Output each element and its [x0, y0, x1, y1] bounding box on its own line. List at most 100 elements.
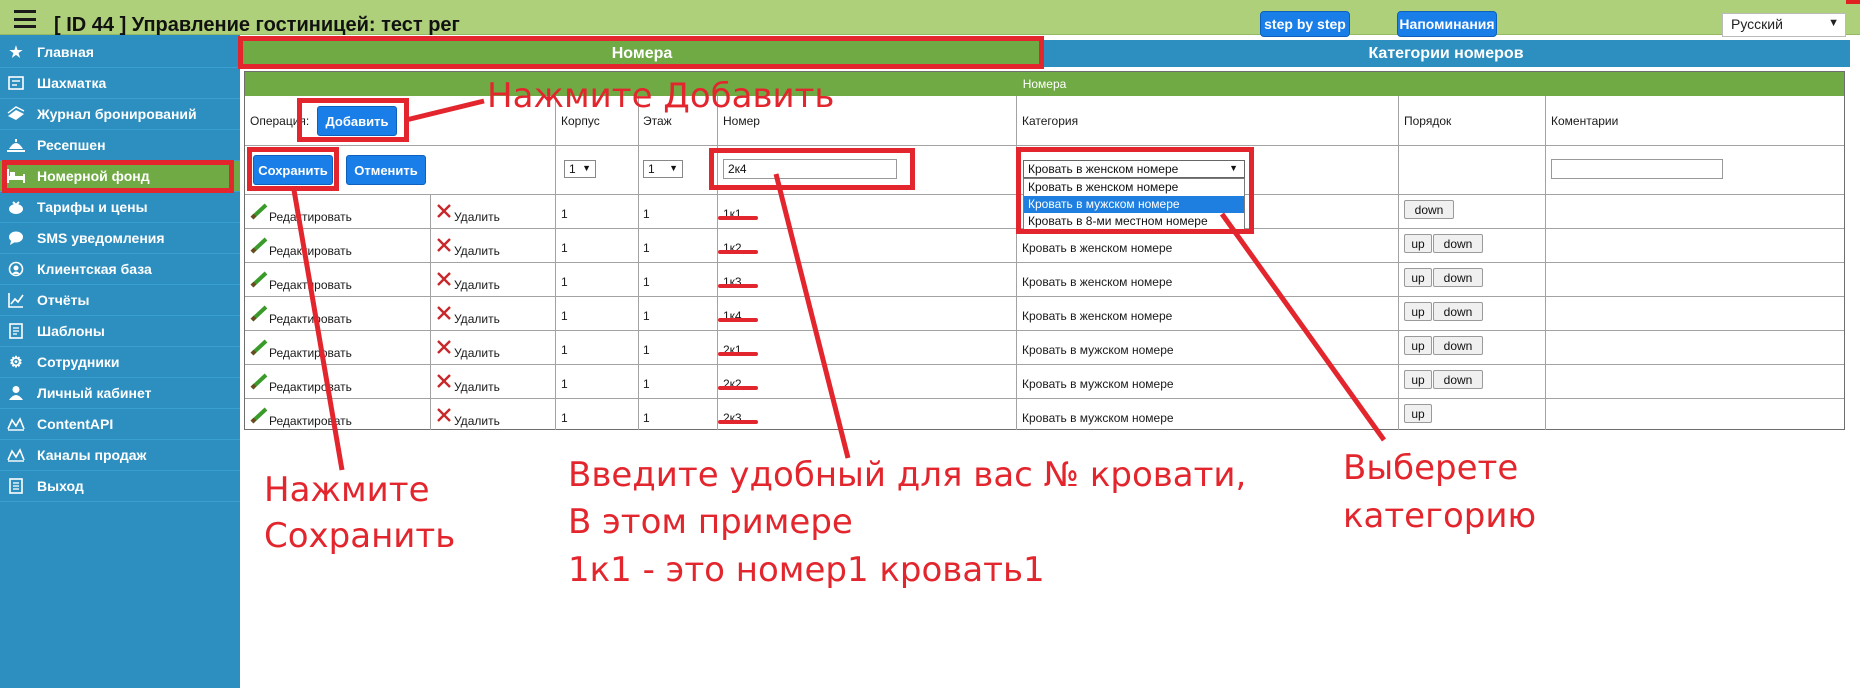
sidebar-item-bookings[interactable]: Журнал бронирований [0, 99, 240, 130]
edit-link[interactable]: Редактировать [269, 244, 352, 258]
sidebar-item-chessboard[interactable]: Шахматка [0, 68, 240, 99]
grid-icon [7, 74, 25, 92]
grid-line [245, 330, 1844, 331]
sidebar-item-reception[interactable]: Ресепшен [0, 130, 240, 161]
column-header-comments: Коментарии [1551, 114, 1619, 128]
cancel-button[interactable]: Отменить [346, 155, 426, 185]
grid-line [717, 96, 718, 430]
edit-link[interactable]: Редактировать [269, 210, 352, 224]
move-down-button[interactable]: down [1433, 234, 1483, 253]
category-cell: Кровать в женском номере [1022, 241, 1173, 255]
move-down-button[interactable]: down [1404, 200, 1454, 219]
annotation-box-room-input [709, 148, 915, 190]
floor-cell: 1 [643, 241, 650, 255]
move-up-button[interactable]: up [1404, 370, 1432, 389]
sidebar-item-sms[interactable]: SMS уведомления [0, 223, 240, 254]
floor-cell: 1 [643, 411, 650, 425]
delete-link[interactable]: Удалить [454, 380, 500, 394]
pencil-icon[interactable] [250, 372, 270, 390]
building-cell: 1 [561, 343, 568, 357]
delete-icon[interactable] [435, 338, 453, 356]
delete-icon[interactable] [435, 236, 453, 254]
delete-link[interactable]: Удалить [454, 278, 500, 292]
edit-link[interactable]: Редактировать [269, 346, 352, 360]
sidebar-item-main[interactable]: ★ Главная [0, 37, 240, 68]
move-down-button[interactable]: down [1433, 370, 1483, 389]
grid-line [245, 398, 1844, 399]
pencil-icon[interactable] [250, 338, 270, 356]
delete-link[interactable]: Удалить [454, 244, 500, 258]
reception-icon [7, 136, 25, 154]
sidebar-item-label: Шаблоны [37, 323, 105, 339]
sidebar-item-clients[interactable]: Клиентская база [0, 254, 240, 285]
grid-line [555, 96, 556, 430]
sidebar-item-label: Личный кабинет [37, 385, 152, 401]
column-header-category: Категория [1022, 114, 1079, 128]
chevron-down-icon: ▼ [582, 163, 591, 173]
sidebar-item-tariffs[interactable]: Тарифы и цены [0, 192, 240, 223]
pencil-icon[interactable] [250, 406, 270, 424]
move-down-button[interactable]: down [1433, 302, 1483, 321]
step-by-step-button[interactable]: step by step [1260, 11, 1350, 37]
floor-cell: 1 [643, 343, 650, 357]
annotation-underline [718, 386, 758, 390]
move-up-button[interactable]: up [1404, 336, 1432, 355]
pencil-icon[interactable] [250, 270, 270, 288]
annotation-box-add [297, 98, 409, 142]
column-header-order: Порядок [1404, 114, 1452, 128]
building-cell: 1 [561, 411, 568, 425]
pencil-icon[interactable] [250, 236, 270, 254]
category-cell: Кровать в мужском номере [1022, 411, 1174, 425]
edit-link[interactable]: Редактировать [269, 312, 352, 326]
grid-line [245, 296, 1844, 297]
move-up-button[interactable]: up [1404, 404, 1432, 423]
pencil-icon[interactable] [250, 202, 270, 220]
sidebar-item-sales-channels[interactable]: Каналы продаж [0, 440, 240, 471]
floor-cell: 1 [643, 275, 650, 289]
language-select[interactable]: Русский ▼ [1722, 13, 1846, 37]
delete-icon[interactable] [435, 372, 453, 390]
floor-cell: 1 [643, 207, 650, 221]
language-value: Русский [1731, 16, 1783, 32]
edit-link[interactable]: Редактировать [269, 414, 352, 428]
move-up-button[interactable]: up [1404, 234, 1432, 253]
move-up-button[interactable]: up [1404, 302, 1432, 321]
star-icon: ★ [9, 44, 23, 61]
sidebar-item-staff[interactable]: ⚙ Сотрудники [0, 347, 240, 378]
tab-room-categories[interactable]: Категории номеров [1042, 40, 1850, 67]
sidebar-item-contentapi[interactable]: ContentAPI [0, 409, 240, 440]
annotation-click-save-line2: Сохранить [264, 516, 456, 556]
delete-icon[interactable] [435, 202, 453, 220]
comments-input[interactable] [1551, 159, 1723, 179]
edit-link[interactable]: Редактировать [269, 380, 352, 394]
sidebar-item-account[interactable]: Личный кабинет [0, 378, 240, 409]
reminders-button[interactable]: Напоминания [1397, 11, 1497, 37]
sms-icon [7, 229, 25, 247]
delete-icon[interactable] [435, 270, 453, 288]
sidebar-item-templates[interactable]: Шаблоны [0, 316, 240, 347]
category-cell: Кровать в женском номере [1022, 309, 1173, 323]
move-down-button[interactable]: down [1433, 268, 1483, 287]
sidebar-item-label: Выход [37, 478, 84, 494]
delete-link[interactable]: Удалить [454, 210, 500, 224]
delete-icon[interactable] [435, 304, 453, 322]
sidebar-item-exit[interactable]: Выход [0, 471, 240, 502]
sidebar-item-reports[interactable]: Отчёты [0, 285, 240, 316]
sidebar-item-label: Клиентская база [37, 261, 152, 277]
page: [ ID 44 ] Управление гостиницей: тест ре… [0, 0, 1860, 688]
delete-link[interactable]: Удалить [454, 312, 500, 326]
floor-select[interactable]: 1 ▼ [643, 160, 683, 178]
menu-icon[interactable] [14, 10, 36, 28]
delete-link[interactable]: Удалить [454, 346, 500, 360]
move-up-button[interactable]: up [1404, 268, 1432, 287]
pencil-icon[interactable] [250, 304, 270, 322]
floor-cell: 1 [643, 377, 650, 391]
sidebar-item-label: SMS уведомления [37, 230, 165, 246]
building-select-value: 1 [569, 162, 576, 176]
sidebar-item-label: Отчёты [37, 292, 90, 308]
delete-icon[interactable] [435, 406, 453, 424]
edit-link[interactable]: Редактировать [269, 278, 352, 292]
building-select[interactable]: 1 ▼ [564, 160, 596, 178]
delete-link[interactable]: Удалить [454, 414, 500, 428]
move-down-button[interactable]: down [1433, 336, 1483, 355]
